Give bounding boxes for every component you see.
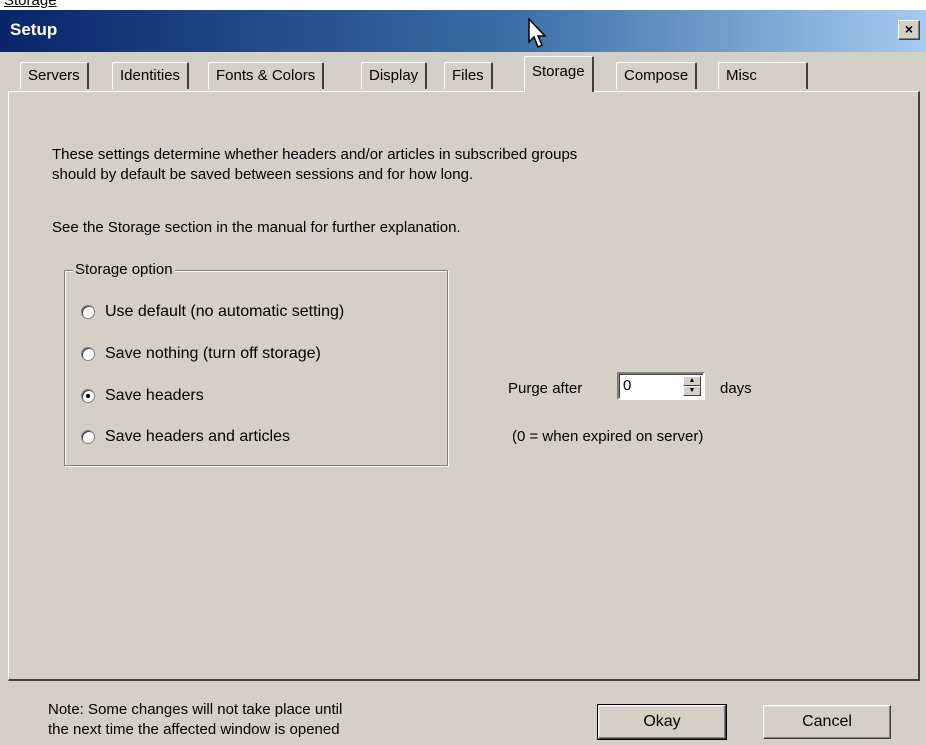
tab-compose[interactable]: Compose (616, 62, 698, 89)
purge-after-label: Purge after (508, 380, 583, 397)
window-title: Setup (10, 20, 58, 39)
tab-servers[interactable]: Servers (20, 62, 89, 89)
radio-save-headers-label: Save headers (105, 387, 204, 404)
radio-use-default-label: Use default (no automatic setting) (105, 303, 345, 320)
tab-fonts-colors[interactable]: Fonts & Colors (208, 62, 325, 89)
mouse-cursor-icon (528, 18, 547, 49)
footer-note-line-1: Note: Some changes will not take place u… (48, 701, 343, 718)
okay-button[interactable]: Okay (597, 704, 727, 740)
close-button[interactable]: × (898, 20, 920, 40)
radio-save-nothing[interactable]: Save nothing (turn off storage) (81, 343, 321, 365)
purge-note: (0 = when expired on server) (512, 428, 704, 445)
footer-note: Note: Some changes will not take place u… (48, 700, 468, 740)
tab-storage[interactable]: Storage (524, 56, 594, 92)
radio-save-headers[interactable]: Save headers (81, 385, 204, 407)
description-line-3: See the Storage section in the manual fo… (52, 219, 461, 236)
spin-buttons: ▲ ▼ (683, 376, 701, 396)
tab-identities[interactable]: Identities (112, 62, 190, 89)
storage-option-label: Storage option (73, 261, 175, 278)
footer-note-line-2: the next time the affected window is ope… (48, 721, 340, 738)
radio-unchecked-icon[interactable] (81, 430, 95, 444)
title-bar[interactable]: Setup × (0, 10, 926, 52)
purge-days-value[interactable]: 0 (623, 377, 631, 394)
storage-link[interactable]: Storage (4, 0, 57, 9)
radio-save-headers-articles[interactable]: Save headers and articles (81, 426, 290, 448)
radio-save-headers-articles-label: Save headers and articles (105, 428, 290, 445)
tab-misc[interactable]: Misc (718, 62, 808, 89)
radio-use-default[interactable]: Use default (no automatic setting) (81, 301, 344, 323)
top-strip: Storage (0, 0, 926, 10)
spin-up-icon[interactable]: ▲ (683, 376, 701, 386)
tab-files[interactable]: Files (444, 62, 493, 89)
radio-unchecked-icon[interactable] (81, 305, 95, 319)
description-line-1: These settings determine whether headers… (52, 146, 578, 163)
purge-days-stepper[interactable]: 0 ▲ ▼ (617, 372, 705, 400)
description-line-2: should by default be saved between sessi… (52, 166, 474, 183)
tab-display[interactable]: Display (361, 62, 428, 89)
cancel-button[interactable]: Cancel (763, 705, 891, 739)
spin-down-icon[interactable]: ▼ (683, 386, 701, 396)
radio-unchecked-icon[interactable] (81, 347, 95, 361)
days-label: days (720, 380, 752, 397)
storage-option-group: Storage option Use default (no automatic… (64, 261, 448, 466)
radio-checked-icon[interactable] (81, 389, 95, 403)
radio-save-nothing-label: Save nothing (turn off storage) (105, 345, 321, 362)
